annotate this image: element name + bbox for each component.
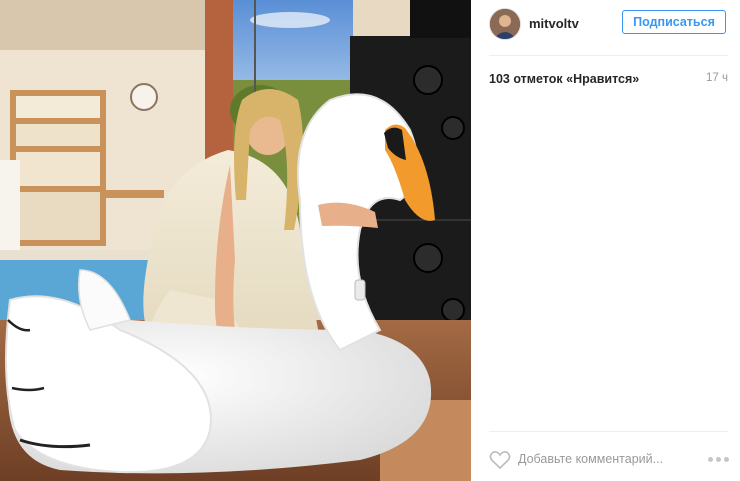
post-side-panel: mitvoltv Подписаться 103 отметок «Нравит… <box>471 0 740 481</box>
avatar[interactable] <box>489 8 521 40</box>
dot <box>708 457 713 462</box>
more-options-icon[interactable] <box>708 457 729 462</box>
post-timestamp[interactable]: 17 ч <box>706 72 728 84</box>
dot <box>716 457 721 462</box>
avatar-image <box>490 9 520 39</box>
heart-icon[interactable] <box>489 450 511 470</box>
follow-button[interactable]: Подписаться <box>622 10 726 34</box>
post-header: mitvoltv Подписаться <box>471 0 740 52</box>
header-divider <box>489 55 728 56</box>
post-photo[interactable] <box>0 0 471 481</box>
likes-count[interactable]: 103 отметок «Нравится» <box>489 72 639 86</box>
footer-divider <box>489 431 728 432</box>
username-link[interactable]: mitvoltv <box>529 16 579 31</box>
comment-input[interactable]: Добавьте комментарий... <box>518 452 663 466</box>
photo-image <box>0 0 471 481</box>
dot <box>724 457 729 462</box>
